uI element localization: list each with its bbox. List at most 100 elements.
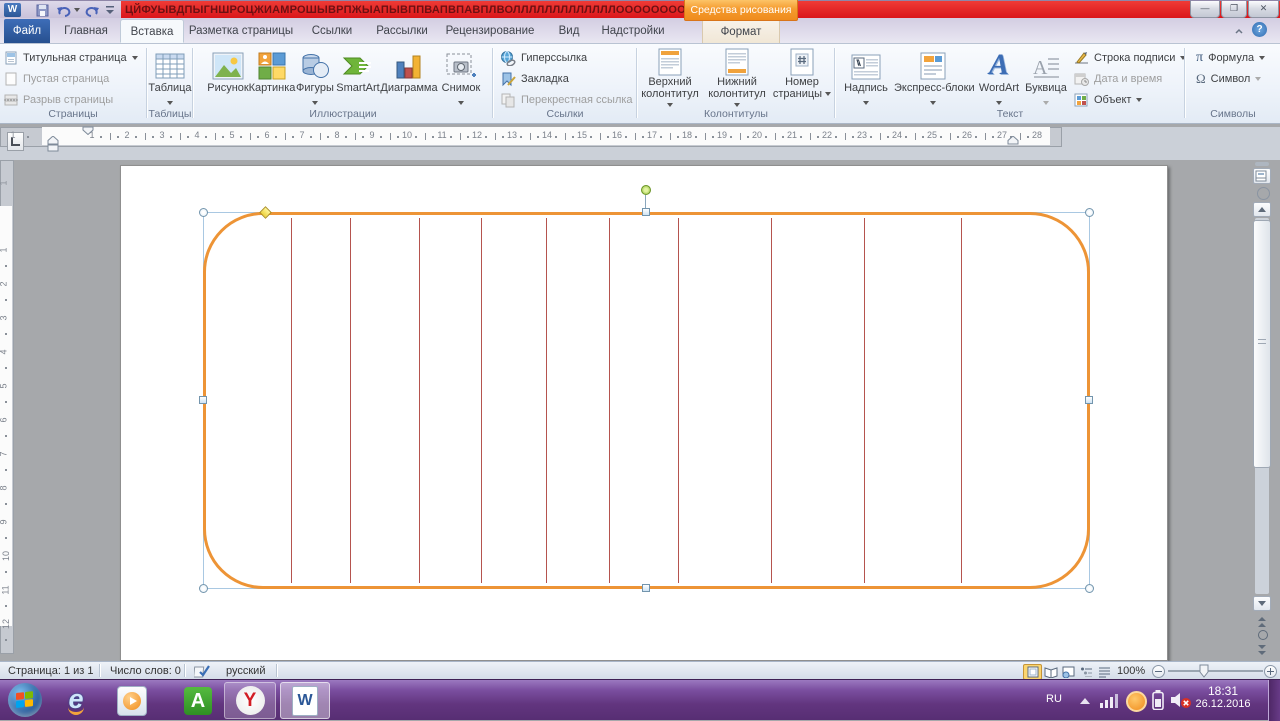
tab-file[interactable]: Файл — [4, 19, 50, 43]
bookmark-button[interactable]: Закладка — [500, 69, 569, 89]
header-button[interactable]: Верхний колонтитул — [639, 46, 701, 108]
minimize-button[interactable]: — — [1190, 1, 1220, 18]
resize-handle-left[interactable] — [199, 396, 207, 404]
rounded-rectangle-shape[interactable] — [203, 212, 1090, 589]
tab-format[interactable]: Формат — [702, 19, 780, 43]
tray-language-indicator[interactable]: RU — [1046, 693, 1062, 705]
taskbar-internet-explorer[interactable]: e — [56, 682, 96, 719]
zoom-level[interactable]: 100% — [1117, 665, 1145, 677]
smartart-button[interactable]: SmartArt — [333, 46, 383, 108]
resize-handle-right[interactable] — [1085, 396, 1093, 404]
shape-divider-line[interactable] — [771, 218, 773, 583]
screenshot-button[interactable]: Снимок — [437, 46, 485, 108]
resize-handle-top-left[interactable] — [199, 208, 208, 217]
view-draft-button[interactable] — [1095, 664, 1114, 680]
tab-view[interactable]: Вид — [546, 19, 592, 43]
shape-divider-line[interactable] — [609, 218, 611, 583]
view-outline-button[interactable] — [1077, 664, 1096, 680]
quick-parts-button[interactable]: Экспресс-блоки — [894, 46, 975, 108]
zoom-out-button[interactable] — [1152, 664, 1165, 678]
date-time-button[interactable]: Дата и время — [1074, 69, 1162, 89]
footer-button[interactable]: Нижний колонтитул — [706, 46, 768, 108]
shape-divider-line[interactable] — [350, 218, 352, 583]
tray-network-icon[interactable] — [1100, 692, 1120, 713]
resize-handle-bottom[interactable] — [642, 584, 650, 592]
collapse-ribbon-icon[interactable] — [1234, 24, 1244, 34]
cross-reference-button[interactable]: Перекрестная ссылка — [500, 90, 633, 110]
next-page-button[interactable] — [1257, 643, 1267, 661]
resize-handle-top[interactable] — [642, 208, 650, 216]
object-button[interactable]: Объект — [1074, 90, 1143, 110]
view-web-layout-button[interactable] — [1059, 664, 1078, 680]
signature-line-button[interactable]: Строка подписи — [1074, 48, 1187, 68]
tab-insert[interactable]: Вставка — [120, 19, 184, 43]
hyperlink-button[interactable]: Гиперссылка — [500, 48, 587, 68]
shape-divider-line[interactable] — [481, 218, 483, 583]
shapes-button[interactable]: Фигуры — [293, 46, 337, 108]
tab-mailings[interactable]: Рассылки — [368, 19, 436, 43]
tray-show-hidden-icons[interactable] — [1080, 698, 1090, 704]
start-button[interactable] — [8, 683, 42, 717]
word-count-status[interactable]: Число слов: 0 — [110, 665, 181, 677]
taskbar-abbyy-app[interactable]: A — [178, 682, 218, 719]
undo-dropdown-icon[interactable] — [74, 8, 80, 12]
tray-volume-muted-icon[interactable] — [1170, 691, 1192, 714]
scrollbar-thumb[interactable] — [1253, 220, 1271, 468]
shape-divider-line[interactable] — [291, 218, 293, 583]
redo-button[interactable] — [84, 3, 100, 17]
equation-button[interactable]: π Формула — [1196, 48, 1266, 68]
view-fullscreen-reading-button[interactable] — [1041, 664, 1060, 680]
scroll-down-button[interactable] — [1253, 596, 1271, 611]
right-indent-marker[interactable] — [1007, 136, 1019, 145]
tab-references[interactable]: Ссылки — [300, 19, 364, 43]
shape-divider-line[interactable] — [419, 218, 421, 583]
tray-battery-icon[interactable] — [1152, 690, 1164, 715]
page-break-button[interactable]: Разрыв страницы — [4, 90, 113, 110]
help-button[interactable]: ? — [1252, 22, 1267, 37]
tab-addins[interactable]: Надстройки — [596, 19, 670, 43]
tray-app-icon[interactable] — [1126, 691, 1147, 712]
zoom-in-button[interactable] — [1264, 664, 1277, 678]
hanging-indent-marker[interactable] — [47, 136, 59, 152]
page-number-button[interactable]: Номер страницы — [772, 46, 832, 108]
rotation-handle[interactable] — [641, 185, 651, 195]
drop-cap-button[interactable]: A Буквица — [1024, 46, 1068, 108]
view-print-layout-button[interactable] — [1023, 664, 1042, 680]
zoom-slider-thumb[interactable] — [1199, 664, 1209, 678]
table-button[interactable]: Таблица — [148, 46, 192, 108]
tray-clock[interactable]: 18:31 26.12.2016 — [1192, 684, 1254, 710]
resize-handle-bottom-right[interactable] — [1085, 584, 1094, 593]
tab-home[interactable]: Главная — [54, 19, 118, 43]
undo-button[interactable] — [56, 3, 80, 17]
zoom-slider-track[interactable] — [1168, 670, 1263, 672]
picture-button[interactable]: Рисунок — [204, 46, 252, 108]
select-browse-object-button[interactable] — [1258, 630, 1268, 640]
close-button[interactable]: ✕ — [1248, 1, 1279, 18]
symbol-button[interactable]: Ω Символ — [1196, 69, 1262, 89]
show-desktop-button[interactable] — [1268, 680, 1280, 721]
vertical-ruler[interactable]: 1 123456789101112 — [0, 160, 14, 654]
textbox-button[interactable]: Надпись — [842, 46, 890, 108]
horizontal-ruler[interactable]: 1 1 2 3 4 5 6 7 8 9 10 11 12 13 14 15 16 17 18 19 20 21 22 23 2… — [0, 126, 1062, 152]
shape-divider-line[interactable] — [961, 218, 963, 583]
wordart-button[interactable]: A WordArt — [976, 46, 1022, 108]
qat-customize-icon[interactable] — [106, 3, 115, 17]
split-handle[interactable] — [1255, 162, 1269, 166]
shape-divider-line[interactable] — [864, 218, 866, 583]
blank-page-button[interactable]: Пустая страница — [4, 69, 109, 89]
tab-page-layout[interactable]: Разметка страницы — [186, 19, 296, 43]
shape-divider-line[interactable] — [546, 218, 548, 583]
chart-button[interactable]: Диаграмма — [378, 46, 440, 108]
taskbar-word[interactable]: W — [280, 682, 330, 719]
view-ruler-toggle-button[interactable] — [1253, 168, 1271, 184]
resize-handle-bottom-left[interactable] — [199, 584, 208, 593]
first-line-indent-marker[interactable] — [82, 126, 94, 135]
cover-page-button[interactable]: Титульная страница — [4, 48, 138, 68]
clipart-button[interactable]: Картинка — [246, 46, 298, 108]
language-status[interactable]: русский — [226, 665, 265, 677]
tab-review[interactable]: Рецензирование — [440, 19, 540, 43]
taskbar-yandex-browser[interactable]: Y — [224, 682, 276, 719]
restore-button[interactable]: ❐ — [1221, 1, 1247, 18]
resize-handle-top-right[interactable] — [1085, 208, 1094, 217]
word-logo-icon[interactable]: W — [4, 3, 21, 17]
